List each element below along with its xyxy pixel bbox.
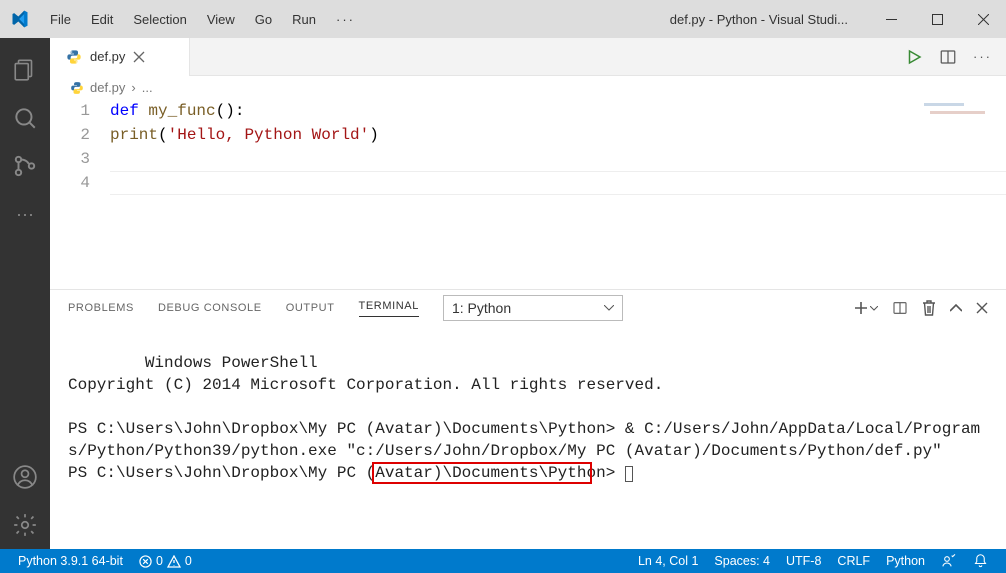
accounts-icon[interactable] — [0, 453, 50, 501]
bottom-panel: PROBLEMS DEBUG CONSOLE OUTPUT TERMINAL 1… — [50, 289, 1006, 549]
code-editor[interactable]: 1234 def my_func(): print('Hello, Python… — [50, 99, 1006, 289]
panel-tab-debugconsole[interactable]: DEBUG CONSOLE — [158, 302, 262, 314]
collapse-panel-icon[interactable] — [950, 304, 962, 312]
breadcrumb-separator: › — [131, 80, 135, 95]
menu-overflow[interactable]: ··· — [326, 12, 365, 27]
error-icon — [139, 555, 152, 568]
panel-tab-output[interactable]: OUTPUT — [286, 302, 335, 314]
menu-selection[interactable]: Selection — [123, 12, 196, 27]
status-bar: Python 3.9.1 64-bit 0 0 Ln 4, Col 1 Spac… — [0, 549, 1006, 573]
editor-tab-defpy[interactable]: def.py — [50, 38, 190, 76]
notifications-icon[interactable] — [965, 553, 996, 569]
line-number: 2 — [50, 123, 90, 147]
terminal-selector-label: 1: Python — [452, 300, 511, 316]
editor-area: def.py ··· def.py › ... — [50, 38, 1006, 549]
editor-tab-bar: def.py ··· — [50, 38, 1006, 76]
line-number-gutter: 1234 — [50, 99, 110, 289]
minimap[interactable] — [922, 99, 1002, 139]
feedback-icon[interactable] — [933, 553, 965, 569]
window-title: def.py - Python - Visual Studi... — [650, 12, 868, 27]
panel-tab-bar: PROBLEMS DEBUG CONSOLE OUTPUT TERMINAL 1… — [50, 290, 1006, 326]
python-file-icon — [66, 49, 82, 65]
source-control-icon[interactable] — [0, 142, 50, 190]
terminal-selector[interactable]: 1: Python — [443, 295, 623, 321]
panel-tab-terminal[interactable]: TERMINAL — [359, 300, 419, 317]
terminal[interactable]: Windows PowerShell Copyright (C) 2014 Mi… — [50, 326, 1006, 549]
menu-view[interactable]: View — [197, 12, 245, 27]
python-file-icon — [70, 81, 84, 95]
more-icon[interactable]: ··· — [0, 190, 50, 238]
status-language-mode[interactable]: Python — [878, 554, 933, 568]
close-window-button[interactable] — [960, 0, 1006, 38]
minimize-button[interactable] — [868, 0, 914, 38]
line-number: 4 — [50, 171, 90, 195]
chevron-down-icon — [604, 305, 614, 311]
menu-run[interactable]: Run — [282, 12, 326, 27]
explorer-icon[interactable] — [0, 46, 50, 94]
run-icon[interactable] — [905, 48, 923, 66]
menu-edit[interactable]: Edit — [81, 12, 123, 27]
maximize-button[interactable] — [914, 0, 960, 38]
status-indentation[interactable]: Spaces: 4 — [706, 554, 778, 568]
window-controls — [868, 0, 1006, 38]
close-panel-icon[interactable] — [976, 302, 988, 314]
highlight-annotation — [372, 462, 592, 484]
line-number: 1 — [50, 99, 90, 123]
code-line[interactable]: def my_func(): — [110, 99, 1006, 123]
new-terminal-icon[interactable] — [854, 301, 868, 315]
warning-icon — [167, 555, 181, 568]
search-icon[interactable] — [0, 94, 50, 142]
split-terminal-icon[interactable] — [892, 300, 908, 316]
chevron-down-icon[interactable] — [870, 306, 878, 311]
code-line[interactable]: print('Hello, Python World') — [110, 123, 1006, 147]
menu-file[interactable]: File — [40, 12, 81, 27]
status-errors-count: 0 — [156, 554, 163, 568]
vscode-logo-icon — [0, 9, 40, 29]
main-menu: File Edit Selection View Go Run ··· — [40, 12, 365, 27]
split-editor-icon[interactable] — [939, 48, 957, 66]
status-encoding[interactable]: UTF-8 — [778, 554, 829, 568]
activity-bar: ··· — [0, 38, 50, 549]
editor-tab-label: def.py — [90, 49, 125, 64]
status-cursor-position[interactable]: Ln 4, Col 1 — [630, 554, 706, 568]
close-tab-icon[interactable] — [133, 51, 145, 63]
code-line[interactable] — [110, 147, 1006, 171]
title-bar: File Edit Selection View Go Run ··· def.… — [0, 0, 1006, 38]
status-eol[interactable]: CRLF — [829, 554, 878, 568]
menu-go[interactable]: Go — [245, 12, 282, 27]
breadcrumb[interactable]: def.py › ... — [50, 76, 1006, 99]
breadcrumb-rest: ... — [142, 80, 153, 95]
line-number: 3 — [50, 147, 90, 171]
more-actions-icon[interactable]: ··· — [973, 49, 992, 64]
settings-icon[interactable] — [0, 501, 50, 549]
status-problems[interactable]: 0 0 — [131, 554, 200, 568]
status-warnings-count: 0 — [185, 554, 192, 568]
breadcrumb-file: def.py — [90, 80, 125, 95]
terminal-cursor — [625, 466, 633, 482]
kill-terminal-icon[interactable] — [922, 300, 936, 316]
status-python-interpreter[interactable]: Python 3.9.1 64-bit — [10, 554, 131, 568]
panel-tab-problems[interactable]: PROBLEMS — [68, 302, 134, 314]
